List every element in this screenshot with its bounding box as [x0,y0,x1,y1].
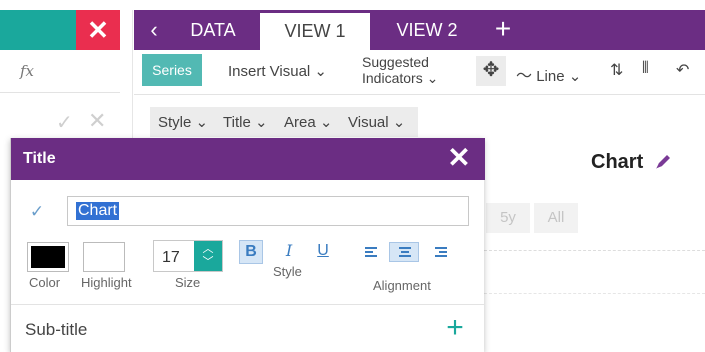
add-subtitle-icon[interactable]: + [441,313,469,343]
divider [0,92,120,93]
format-subtoolbar: Style ⌄ Title ⌄ Area ⌄ Visual ⌄ [150,107,418,137]
highlight-swatch[interactable] [83,242,125,272]
color-label: Color [29,275,61,290]
back-chevron-icon[interactable]: ‹ [140,10,168,50]
chevron-down-icon[interactable]: ﹀ [194,256,222,269]
title-input-value: Chart [76,202,120,220]
toolbar: Series Insert Visual ⌄ Suggested Indicat… [134,50,705,94]
alignment-label: Alignment [373,278,431,293]
panel-header [0,10,76,50]
size-stepper[interactable]: ︿ ﹀ [194,241,222,271]
dialog-header: Title ✕ [11,138,485,180]
gridline [484,250,705,251]
move-icon[interactable]: ✥ [476,56,506,86]
fx-icon[interactable]: fx [20,62,34,80]
area-dropdown[interactable]: Area ⌄ [284,113,332,131]
color-swatch-fill [31,246,65,268]
line-chart-icon: 〜 [516,68,533,85]
confirm-check-icon[interactable]: ✓ [56,110,73,135]
show-title-checkbox[interactable]: ✓ [27,202,47,222]
bold-button[interactable]: B [239,240,263,264]
title-text-input[interactable]: Chart [67,196,469,226]
chart-title[interactable]: Chart [591,151,643,174]
visual-dropdown[interactable]: Visual ⌄ [348,113,405,131]
undo-arrow-icon[interactable]: ↶ [676,60,689,80]
title-dropdown[interactable]: Title ⌄ [223,113,268,131]
suggested-line1: Suggested [362,54,429,70]
align-right-button[interactable] [425,242,455,262]
line-type-dropdown[interactable]: 〜 Line ⌄ [516,62,581,86]
range-5y-button[interactable]: 5y [486,203,530,233]
align-left-button[interactable] [359,242,389,262]
highlight-label: Highlight [81,275,132,290]
edit-pencil-icon[interactable] [653,152,673,172]
range-all-button[interactable]: All [534,203,578,233]
style-label: Style [273,264,302,279]
dialog-title: Title [23,150,56,167]
italic-button[interactable]: I [277,240,301,264]
chevron-up-icon[interactable]: ︿ [194,243,222,256]
tab-view-1[interactable]: VIEW 1 [260,13,370,50]
size-value: 17 [162,249,180,266]
color-swatch[interactable] [27,242,69,272]
insert-visual-dropdown[interactable]: Insert Visual ⌄ [228,62,327,80]
subtitle-section-label: Sub-title [25,320,88,339]
tab-data[interactable]: DATA [176,10,250,50]
tab-view-2[interactable]: VIEW 2 [378,10,476,50]
size-label: Size [175,275,201,290]
suggested-indicators-dropdown[interactable]: Suggested Indicators ⌄ [362,54,438,86]
divider [134,94,705,95]
underline-button[interactable]: U [311,240,335,264]
suggested-line2: Indicators ⌄ [362,70,439,86]
series-button[interactable]: Series [142,54,202,86]
divider [11,304,485,305]
add-tab-icon[interactable]: + [488,10,518,50]
close-dialog-button[interactable]: ✕ [443,142,475,174]
gridline [484,293,705,294]
tab-bar: ‹ DATA VIEW 1 VIEW 2 + [134,10,705,50]
size-input[interactable]: 17 ︿ ﹀ [153,240,223,272]
close-panel-button[interactable]: ✕ [76,10,120,50]
align-center-button[interactable] [389,242,419,262]
bar-chart-icon[interactable]: ⫴ [642,60,649,78]
line-type-label: Line ⌄ [536,68,582,85]
title-dialog: Title ✕ ✓ Chart Color Highlight 17 ︿ ﹀ S… [10,138,485,352]
style-dropdown[interactable]: Style ⌄ [158,113,208,131]
app-root: ✕ fx ✓ ✕ ‹ DATA VIEW 1 VIEW 2 + Series I… [0,0,705,352]
cancel-x-icon[interactable]: ✕ [88,108,106,134]
bar-sort-icon[interactable]: ⇅ [610,60,623,80]
